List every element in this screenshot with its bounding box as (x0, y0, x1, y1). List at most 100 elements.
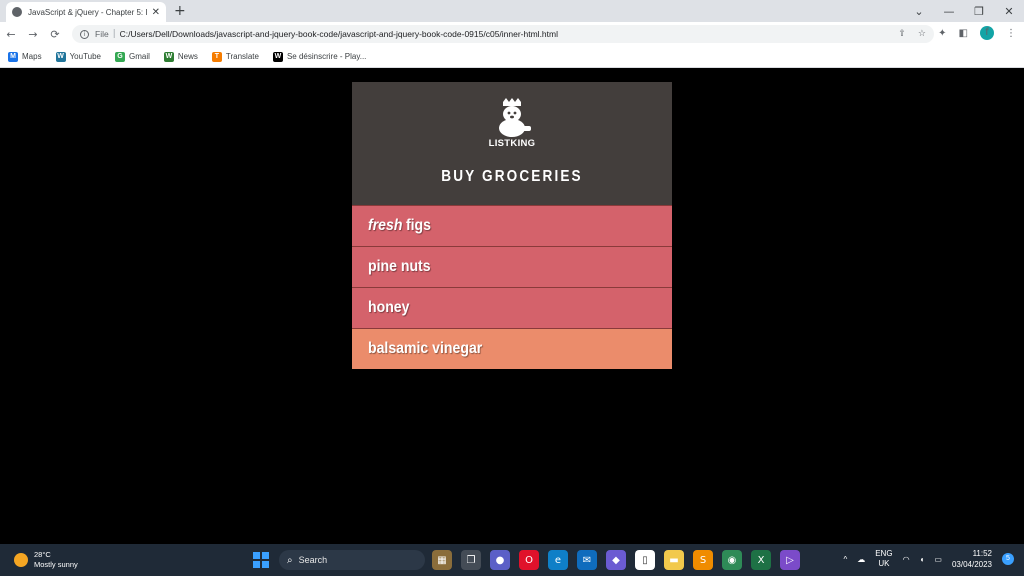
list-item-label: balsamic vinegar (368, 340, 483, 357)
news-icon: W (163, 51, 174, 62)
list-item[interactable]: pine nuts (352, 246, 672, 287)
tray-chevron-icon[interactable]: ^ (843, 555, 847, 564)
bookmark-item[interactable]: W News (163, 51, 198, 62)
bookmark-item[interactable]: M Maps (8, 51, 42, 62)
url-separator: | (112, 29, 116, 39)
wordpress-icon: W (55, 51, 66, 62)
file-icon[interactable]: ▯ (635, 550, 655, 570)
list-item-label: pine nuts (368, 258, 431, 275)
page-content: LISTKING BUY GROCERIES fresh figs pine nut… (0, 69, 1024, 544)
battery-icon[interactable]: ▭ (934, 555, 942, 564)
reload-button[interactable]: ⟳ (44, 28, 66, 41)
bookmark-item[interactable]: W YouTube (55, 51, 101, 62)
address-bar[interactable]: i File | C:/Users/Dell/Downloads/javascr… (72, 25, 934, 43)
omnibox-icons: ⇪ ☆ (898, 29, 926, 39)
app-header: LISTKING BUY GROCERIES (352, 82, 672, 205)
teams-icon[interactable]: ● (490, 550, 510, 570)
bookmark-label: YouTube (69, 52, 101, 61)
mail-icon[interactable]: ✉ (577, 550, 597, 570)
list-item-label: honey (368, 299, 410, 316)
url-scheme: File (95, 29, 109, 39)
widgets-app-icon[interactable]: ▦ (432, 550, 452, 570)
excel-icon[interactable]: X (751, 550, 771, 570)
sublime-icon[interactable]: S (693, 550, 713, 570)
tab-active[interactable]: JavaScript & jQuery - Chapter 5: I ✕ (6, 2, 166, 22)
onedrive-cloud-icon[interactable]: ☁ (857, 555, 865, 564)
edge-icon[interactable]: e (548, 550, 568, 570)
tab-search-icon[interactable]: ⌄ (904, 5, 934, 18)
opera-icon[interactable]: O (519, 550, 539, 570)
restore-button[interactable]: ❐ (964, 5, 994, 18)
bookmark-item[interactable]: G Gmail (115, 51, 150, 62)
sun-icon (14, 553, 28, 567)
lang-bottom: UK (878, 559, 890, 568)
taskbar-search[interactable]: ⌕ Search (279, 550, 425, 570)
maps-icon: M (8, 51, 18, 62)
weather-widget[interactable]: 28°C Mostly sunny (14, 550, 78, 570)
list-item[interactable]: honey (352, 287, 672, 328)
task-view-icon[interactable]: ❐ (461, 550, 481, 570)
windows-start-icon[interactable] (253, 552, 269, 568)
volume-icon[interactable]: ◖ (920, 555, 925, 564)
bookmark-label: News (177, 52, 198, 61)
url-text[interactable]: C:/Users/Dell/Downloads/javascript-and-j… (120, 29, 899, 39)
search-label: Search (298, 555, 328, 565)
list-item-text: balsamic vinegar (368, 340, 482, 358)
new-tab-button[interactable]: + (174, 3, 186, 19)
page-title: BUY GROCERIES (441, 168, 583, 185)
taskbar: 28°C Mostly sunny ⌕ Search ▦ ❐ ● Oe ✉ ◆ ▯ ▬ S ◉ X ▷… (0, 544, 1024, 576)
taskbar-apps: ▦ ❐ ● Oe ✉ ◆ ▯ ▬ S ◉ X ▷ (432, 550, 800, 570)
clock[interactable]: 11:52 03/04/2023 (952, 548, 992, 570)
weather-text: 28°C Mostly sunny (34, 550, 78, 570)
weather-desc: Mostly sunny (34, 560, 78, 569)
weather-temp: 28°C (34, 550, 51, 559)
wifi-icon[interactable]: ◠ (903, 555, 910, 564)
explorer-icon[interactable]: ▬ (664, 550, 684, 570)
minimize-button[interactable]: — (934, 5, 964, 18)
toolbar-right: ✦ ◧ f ⋮ (938, 26, 1016, 40)
profile-avatar[interactable]: f (980, 26, 994, 40)
forward-button[interactable]: → (22, 28, 44, 41)
list-item[interactable]: balsamic vinegar (352, 328, 672, 369)
tab-title: JavaScript & jQuery - Chapter 5: I (28, 7, 148, 17)
bookmark-star-icon[interactable]: ☆ (918, 29, 926, 39)
visual-studio-icon[interactable]: ▷ (780, 550, 800, 570)
app-icon[interactable]: ◆ (606, 550, 626, 570)
list-item[interactable]: fresh figs (352, 205, 672, 246)
info-icon[interactable]: i (80, 29, 89, 39)
lang-top: ENG (875, 549, 893, 558)
language-indicator[interactable]: ENG UK (875, 549, 892, 569)
bookmark-label: Gmail (129, 52, 150, 61)
bookmark-label: Translate (225, 52, 259, 61)
gmail-icon: G (115, 51, 125, 62)
menu-icon[interactable]: ⋮ (1006, 28, 1016, 39)
extensions-icon[interactable]: ✦ (938, 28, 946, 39)
bookmarks-bar: M Maps W YouTube G Gmail W News T Translate W Se dé… (0, 46, 1024, 68)
close-tab-icon[interactable]: ✕ (152, 7, 160, 18)
w-icon: W (272, 51, 283, 62)
list-item-text: pine nuts (368, 258, 431, 276)
bookmark-label: Se désinscrire - Play... (286, 52, 367, 61)
list-item-text: fresh figs (368, 217, 431, 235)
close-window-button[interactable]: ✕ (994, 5, 1024, 18)
king-dog-logo-icon (499, 98, 531, 137)
system-tray: ^ ☁ ENG UK ◠ ◖ ▭ 11:52 03/04/2023 5 (843, 548, 1014, 570)
bookmark-item[interactable]: T Translate (211, 51, 259, 62)
tab-strip: JavaScript & jQuery - Chapter 5: I ✕ + ⌄… (0, 0, 1024, 22)
bookmark-label: Maps (22, 52, 42, 61)
clock-date: 03/04/2023 (951, 560, 992, 569)
list-item-text: honey (368, 299, 409, 317)
grocery-list: fresh figs pine nuts honey balsamic vinegar (352, 205, 672, 369)
globe-icon (12, 7, 22, 17)
search-icon: ⌕ (287, 554, 293, 566)
back-button[interactable]: ← (0, 28, 22, 41)
side-panel-icon[interactable]: ◧ (959, 28, 968, 39)
notification-badge[interactable]: 5 (1002, 553, 1014, 565)
list-item-emphasis: fresh (368, 217, 403, 234)
listking-app: LISTKING BUY GROCERIES fresh figs pine nut… (352, 82, 672, 369)
share-icon[interactable]: ⇪ (898, 29, 906, 39)
logo-text: LISTKING (488, 138, 536, 149)
bookmark-item[interactable]: W Se désinscrire - Play... (272, 51, 367, 62)
chrome-icon[interactable]: ◉ (722, 550, 742, 570)
window-controls: ⌄ — ❐ ✕ (904, 0, 1024, 22)
